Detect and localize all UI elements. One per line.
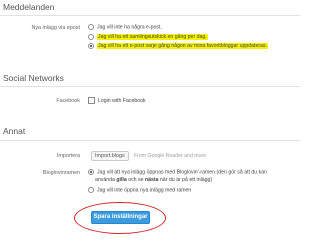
email-row-label: Nya inlägg via epost: [31, 25, 80, 31]
divider: [0, 140, 300, 141]
frame-option-no-frame-label: Jag vill inte öppna nya inlägg med ramen: [97, 187, 192, 194]
facebook-row-label: Facebook: [56, 98, 80, 104]
frame-option-no-frame[interactable]: Jag vill inte öppna nya inlägg med ramen: [88, 186, 192, 194]
frame-option-next-word: nästa: [144, 177, 159, 183]
email-option-daily-label: Jag vill ha ett samlingsutskick en gång …: [97, 34, 208, 41]
import-blogs-button[interactable]: Import.blogs: [91, 151, 129, 161]
divider: [0, 86, 300, 87]
import-row-label: Importera: [56, 153, 80, 159]
frame-option-open-with-frame[interactable]: Jag vill att nya inlägg öppnas med Blogl…: [88, 168, 267, 176]
facebook-login-checkbox[interactable]: [88, 96, 95, 104]
email-option-daily-radio[interactable]: [88, 33, 94, 40]
email-option-none[interactable]: Jag vill inte ha några e-post.: [88, 23, 162, 31]
import-note: From Google Reader and more: [134, 153, 207, 159]
facebook-login-option[interactable]: Login with Facebook: [88, 96, 146, 105]
facebook-login-label: Login with Facebook: [98, 97, 146, 104]
frame-row-label: Bloglovinramen: [42, 170, 80, 176]
frame-option-text: använda: [95, 177, 117, 183]
email-option-every-update-radio[interactable]: [88, 42, 94, 49]
section-title-messages: Meddelanden: [3, 2, 55, 12]
frame-option-open-with-frame-label: Jag vill att nya inlägg öppnas med Blogl…: [97, 169, 267, 176]
divider: [0, 15, 300, 16]
email-option-every-update-label: Jag vill ha ett e-post varje gång någon …: [97, 43, 268, 50]
save-settings-button[interactable]: Spara inställningar: [91, 211, 150, 224]
section-title-social: Social Networks: [3, 73, 64, 83]
frame-option-open-with-frame-radio[interactable]: [88, 168, 94, 175]
frame-option-open-with-frame-line-2: använda gilla och se nästa när du är på …: [95, 177, 212, 184]
email-option-none-label: Jag vill inte ha några e-post.: [97, 24, 162, 31]
section-title-other: Annat: [3, 126, 26, 136]
email-option-daily[interactable]: Jag vill ha ett samlingsutskick en gång …: [88, 33, 208, 41]
frame-option-text: när du är på ett inlägg): [158, 177, 213, 183]
email-option-every-update[interactable]: Jag vill ha ett e-post varje gång någon …: [88, 42, 268, 50]
email-option-none-radio[interactable]: [88, 23, 94, 30]
frame-option-no-frame-radio[interactable]: [88, 186, 94, 193]
frame-option-like-word: gilla: [116, 177, 127, 183]
frame-option-text: och se: [126, 177, 145, 183]
